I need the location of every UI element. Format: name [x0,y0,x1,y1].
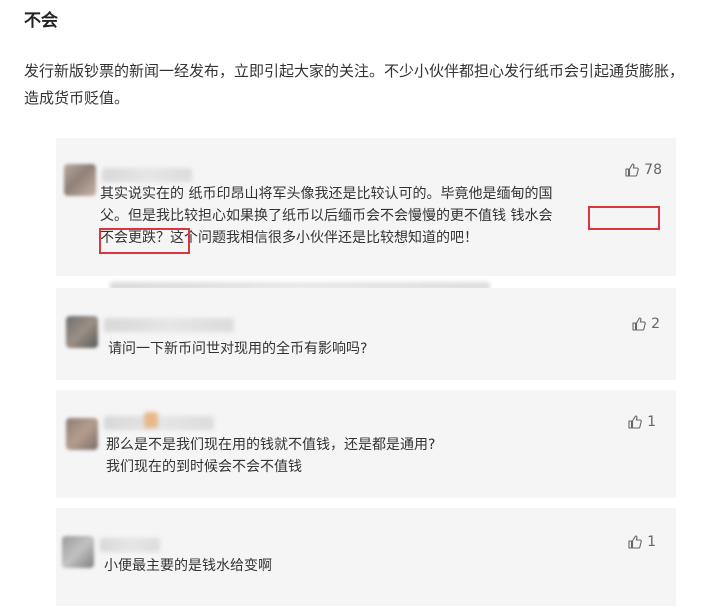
avatar[interactable] [66,418,98,450]
comment-line: 请问一下新币问世对现用的全币有影响吗? [108,341,368,357]
like-button[interactable]: 78 [624,162,662,178]
like-button[interactable]: 1 [627,534,656,550]
username-blurred [102,168,192,182]
username-blurred [144,412,158,428]
comment-line: 那么是不是我们现在用的钱就不值钱，还是都是通用? [106,437,436,453]
comment-line: 父。但是我比较担心如果换了纸币以后缅币会不会慢慢的更不值钱 钱水会 [100,208,553,224]
avatar[interactable] [64,164,96,196]
thumbs-up-icon [628,535,642,549]
like-count: 2 [651,316,660,332]
comment-text: 那么是不是我们现在用的钱就不值钱，还是都是通用? 我们现在的到时候会不会不值钱 [106,434,646,478]
comment-text: 请问一下新币问世对现用的全币有影响吗? [108,338,648,360]
comment-text: 小便最主要的是钱水给变啊 [104,555,644,577]
like-button[interactable]: 1 [627,414,656,430]
thumbs-up-icon [632,317,646,331]
comment-line: 其实说实在的 纸币印昂山将军头像我还是比较认可的。毕竟他是缅甸的国 [100,186,553,202]
comment-line: 我们现在的到时候会不会不值钱 [106,459,302,475]
thumbs-up-icon [625,163,639,177]
username-blurred [104,318,234,332]
comment-card-1: 78 其实说实在的 纸币印昂山将军头像我还是比较认可的。毕竟他是缅甸的国 父。但… [56,138,676,276]
highlight-box [588,206,660,230]
highlight-box [99,228,190,254]
intro-paragraph: 发行新版钞票的新闻一经发布，立即引起大家的关注。不少小伙伴都担心发行纸币会引起通… [24,62,685,107]
section-heading: 不会 [24,11,58,31]
comment-card-3: 1 那么是不是我们现在用的钱就不值钱，还是都是通用? 我们现在的到时候会不会不值… [56,390,676,498]
username-blurred [100,538,160,552]
username-blurred [104,416,214,430]
like-count: 1 [647,414,656,430]
like-count: 78 [644,162,662,178]
comment-card-4: 1 小便最主要的是钱水给变啊 [56,508,676,606]
avatar[interactable] [62,536,94,568]
comment-line: 小便最主要的是钱水给变啊 [104,558,272,574]
like-button[interactable]: 2 [631,316,660,332]
thumbs-up-icon [628,415,642,429]
comment-card-2: 2 请问一下新币问世对现用的全币有影响吗? [56,288,676,380]
avatar[interactable] [66,316,98,348]
like-count: 1 [647,534,656,550]
